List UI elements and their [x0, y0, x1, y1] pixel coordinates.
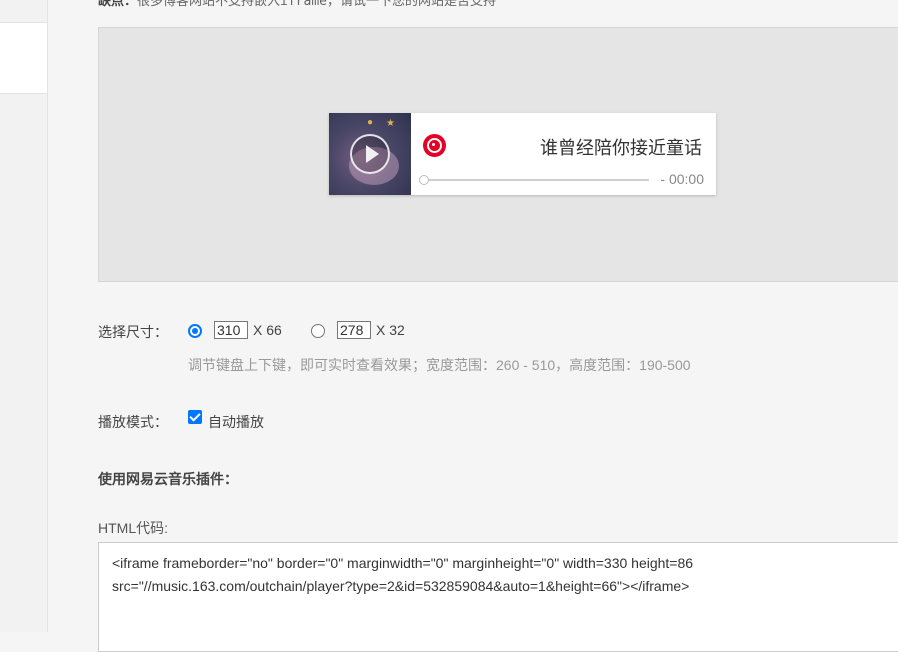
- progress-bar[interactable]: [424, 179, 649, 181]
- size-hint: 调节键盘上下键，即可实时查看效果；宽度范围：260 - 510，高度范围：190…: [188, 357, 691, 373]
- plugin-heading: 使用网易云音乐插件：: [98, 471, 238, 487]
- autoplay-label[interactable]: 自动播放: [208, 412, 264, 432]
- music-player-widget: ● ★ 谁曾经陪你接近童话 - 00:00: [329, 113, 716, 195]
- notice-text: 缺点：很多博客网站不支持嵌入iframe，请试一下您的网站是否支持: [98, 0, 496, 9]
- song-title: 谁曾经陪你接近童话: [540, 138, 702, 158]
- width-input-2[interactable]: [337, 321, 371, 339]
- play-mode-label: 播放模式：: [98, 414, 168, 430]
- progress-handle[interactable]: [419, 175, 429, 185]
- cover-star-decoration: ●: [367, 117, 374, 128]
- size-option-2-height: X 32: [376, 322, 405, 338]
- sidebar-box: [0, 22, 47, 94]
- size-option-1-height: X 66: [253, 322, 282, 338]
- size-option-1-radio[interactable]: [188, 324, 202, 338]
- left-sidebar: [0, 0, 48, 632]
- cover-star-decoration: ★: [386, 118, 395, 129]
- play-icon: [366, 145, 379, 163]
- netease-music-logo-icon: [423, 134, 446, 157]
- width-input-1[interactable]: [214, 321, 248, 339]
- size-label: 选择尺寸：: [98, 324, 168, 340]
- html-code-textarea[interactable]: <iframe frameborder="no" border="0" marg…: [98, 542, 898, 652]
- size-option-2-radio[interactable]: [311, 324, 325, 338]
- album-cover: ● ★: [329, 113, 411, 195]
- autoplay-checkbox[interactable]: [188, 410, 202, 424]
- time-display: - 00:00: [660, 171, 704, 187]
- play-button[interactable]: [350, 134, 390, 174]
- notice-body: 很多博客网站不支持嵌入iframe，请试一下您的网站是否支持: [137, 0, 496, 9]
- notice-label: 缺点：: [98, 0, 138, 8]
- html-code-label: HTML代码:: [98, 520, 168, 536]
